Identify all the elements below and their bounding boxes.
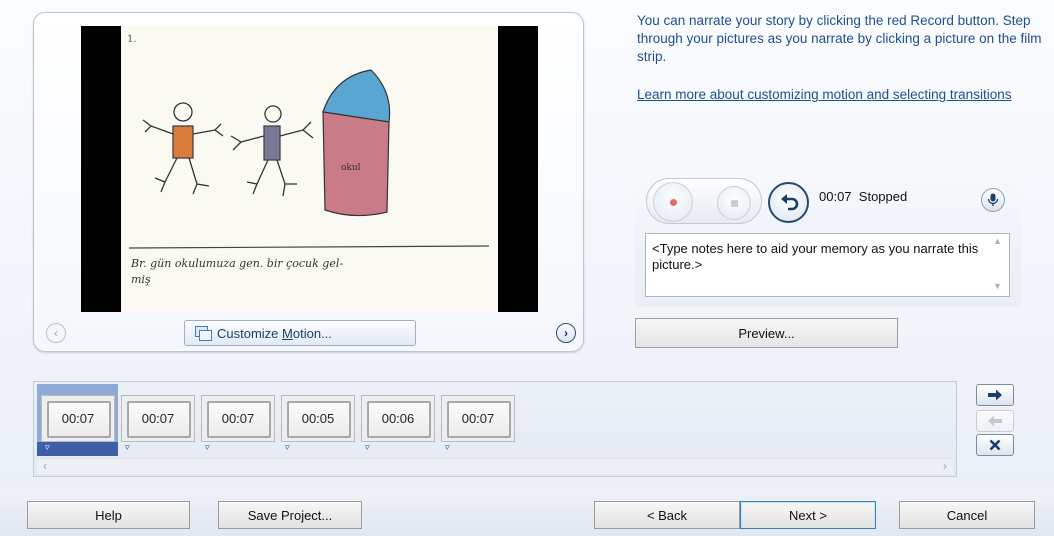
narration-note-icon: ▿ — [45, 442, 50, 452]
customize-motion-icon — [195, 326, 212, 341]
scroll-up-icon[interactable]: ▲ — [993, 236, 1002, 246]
narration-status: 00:07 Stopped — [819, 189, 949, 204]
narration-note-icon: ▿ — [365, 442, 370, 452]
thumbnail-duration: 00:07 — [61, 411, 95, 426]
learn-more-link[interactable]: Learn more about customizing motion and … — [637, 86, 1047, 104]
scroll-left-icon[interactable]: ‹ — [43, 459, 47, 473]
back-button[interactable]: < Back — [594, 501, 740, 529]
help-button[interactable]: Help — [27, 501, 190, 529]
handwriting-line-2: miş — [131, 273, 151, 286]
photo-caption-number: 1. — [127, 34, 137, 45]
thumbnail-duration: 00:07 — [141, 411, 175, 426]
previous-picture-button[interactable]: ‹ — [46, 323, 66, 343]
instructions-text: You can narrate your story by clicking t… — [637, 13, 1042, 64]
scroll-down-icon[interactable]: ▼ — [993, 281, 1002, 291]
arrow-left-icon — [988, 415, 1002, 427]
stop-button[interactable] — [717, 186, 751, 220]
narration-state: Stopped — [858, 189, 908, 204]
record-button[interactable] — [653, 182, 693, 222]
filmstrip-thumbnail[interactable]: 00:05 — [281, 395, 355, 442]
filmstrip-thumbnail[interactable]: 00:06 — [361, 395, 435, 442]
close-icon — [989, 439, 1001, 451]
next-button[interactable]: Next > — [740, 501, 876, 529]
narration-note-icon: ▿ — [125, 442, 130, 452]
microphone-button[interactable] — [981, 188, 1005, 212]
filmstrip-thumbnail[interactable]: 00:07 — [41, 395, 115, 442]
record-icon — [669, 198, 677, 206]
notes-scrollbar[interactable]: ▲ ▼ — [988, 234, 1009, 296]
stop-icon — [730, 199, 738, 207]
microphone-icon — [987, 193, 999, 206]
filmstrip-thumbnail[interactable]: 00:07 — [121, 395, 195, 442]
arrow-right-icon — [988, 389, 1002, 401]
filmstrip-thumbnail[interactable]: 00:07 — [441, 395, 515, 442]
filmstrip-thumbnail[interactable]: 00:07 — [201, 395, 275, 442]
customize-motion-label: Customize Motion... — [217, 325, 332, 341]
chevron-right-icon: › — [564, 326, 568, 340]
narration-notes-text[interactable]: <Type notes here to aid your memory as y… — [652, 241, 980, 273]
move-picture-right-button[interactable] — [976, 384, 1014, 406]
narration-note-icon: ▿ — [445, 442, 450, 452]
filmstrip-scrollbar[interactable]: ‹ › — [37, 458, 953, 474]
cancel-button[interactable]: Cancel — [899, 501, 1035, 529]
handwriting-line-1: Br. gün okulumuza gen. bir çocuk gel- — [130, 257, 343, 270]
thumbnail-duration: 00:06 — [381, 411, 415, 426]
scroll-right-icon[interactable]: › — [943, 459, 947, 473]
narration-note-icon: ▿ — [285, 442, 290, 452]
save-project-button[interactable]: Save Project... — [218, 501, 362, 529]
thumbnail-duration: 00:05 — [301, 411, 335, 426]
chevron-left-icon: ‹ — [54, 326, 58, 340]
thumbnail-duration: 00:07 — [461, 411, 495, 426]
building-text: okul — [341, 163, 361, 173]
remove-picture-button[interactable] — [976, 434, 1014, 456]
move-picture-left-button[interactable] — [976, 410, 1014, 432]
customize-motion-button[interactable]: Customize Motion... — [184, 320, 416, 346]
undo-narration-button[interactable] — [768, 182, 809, 223]
thumbnail-duration: 00:07 — [221, 411, 255, 426]
next-picture-button[interactable]: › — [556, 323, 576, 343]
undo-icon — [780, 193, 798, 210]
preview-button[interactable]: Preview... — [635, 318, 898, 348]
photo-image: 1. okul Br. gün okulumuza gen. bir çocuk… — [121, 26, 498, 312]
narration-note-icon: ▿ — [205, 442, 210, 452]
narration-time: 00:07 — [819, 189, 852, 204]
child-drawing-image: 1. okul Br. gün okulumuza gen. bir çocuk… — [121, 26, 498, 312]
